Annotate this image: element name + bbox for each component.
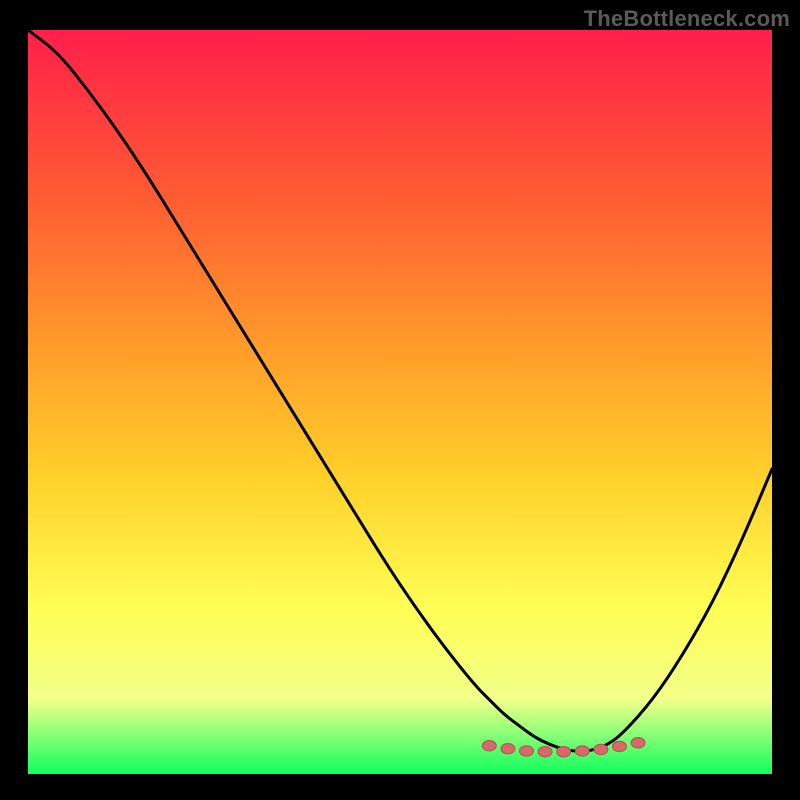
optimal-marker xyxy=(482,741,496,751)
optimal-marker xyxy=(519,746,533,756)
optimal-marker xyxy=(538,746,552,756)
plot-svg xyxy=(28,30,772,774)
optimal-marker xyxy=(575,746,589,756)
gradient-background xyxy=(28,30,772,774)
optimal-marker xyxy=(557,746,571,756)
plot-area xyxy=(28,30,772,774)
optimal-marker xyxy=(631,738,645,748)
optimal-marker xyxy=(501,744,515,754)
attribution-label: TheBottleneck.com xyxy=(584,6,790,32)
optimal-marker xyxy=(594,744,608,754)
chart-stage: TheBottleneck.com xyxy=(0,0,800,800)
optimal-marker xyxy=(612,741,626,751)
